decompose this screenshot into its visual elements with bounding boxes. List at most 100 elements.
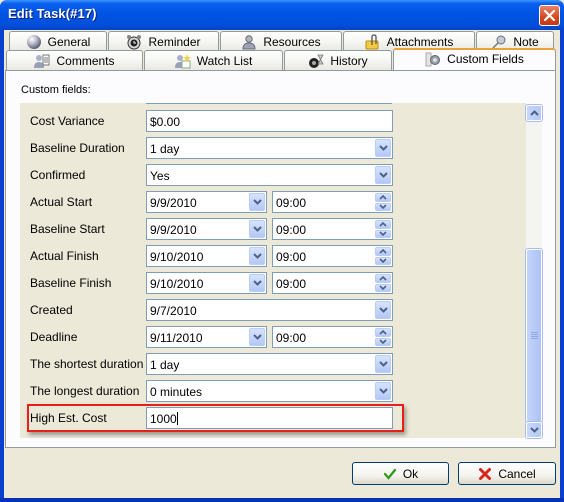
calendar-dropdown-button[interactable]	[375, 301, 391, 319]
user-icon	[241, 34, 257, 50]
sphere-icon	[26, 34, 42, 50]
tab-custom-fields[interactable]: Custom Fields	[393, 48, 556, 70]
dropdown-button[interactable]	[375, 382, 391, 400]
vertical-scrollbar[interactable]	[525, 104, 543, 439]
tab-watch-list[interactable]: Watch List	[144, 50, 283, 70]
field-value: Yes	[150, 169, 170, 183]
date-value: 9/9/2010	[150, 223, 197, 237]
field-row-baseline-duration: Baseline Duration 1 day	[20, 137, 526, 159]
baseline-duration-dropdown[interactable]: 1 day	[146, 137, 393, 159]
baseline-finish-date-picker[interactable]: 9/10/2010	[146, 272, 267, 294]
field-value: $0.00	[150, 115, 181, 129]
created-date-picker[interactable]: 9/7/2010	[146, 299, 393, 321]
chevron-down-icon	[379, 231, 387, 237]
calendar-dropdown-button[interactable]	[249, 220, 265, 238]
chevron-down-icon	[378, 172, 388, 178]
deadline-time-spinner[interactable]: 09:00	[272, 326, 393, 348]
spin-up-button[interactable]	[375, 193, 391, 202]
longest-duration-dropdown[interactable]: 0 minutes	[146, 380, 393, 402]
spin-down-button[interactable]	[375, 256, 391, 265]
scroll-up-button[interactable]	[525, 104, 543, 122]
close-button[interactable]	[539, 5, 560, 26]
confirmed-dropdown[interactable]: Yes	[146, 164, 393, 186]
chevron-down-icon	[379, 339, 387, 345]
spin-down-button[interactable]	[375, 337, 391, 346]
field-value: 0 minutes	[150, 385, 203, 399]
dropdown-button[interactable]	[375, 139, 391, 157]
ok-button[interactable]: Ok	[352, 462, 449, 485]
chevron-down-icon	[378, 307, 388, 313]
chevron-up-icon	[379, 248, 387, 254]
field-label: Baseline Finish	[30, 276, 112, 290]
tab-label: General	[47, 34, 91, 49]
date-value: 9/10/2010	[150, 250, 204, 264]
cost-variance-input[interactable]: $0.00	[146, 110, 393, 132]
tab-resources[interactable]: Resources	[220, 31, 342, 51]
tab-label: History	[330, 53, 368, 68]
custom-fields-heading: Custom fields:	[21, 84, 91, 96]
calendar-dropdown-button[interactable]	[249, 328, 265, 346]
scroll-thumb[interactable]	[525, 248, 543, 423]
baseline-finish-time-spinner[interactable]: 09:00	[272, 272, 393, 294]
cancel-label: Cancel	[498, 466, 536, 481]
spin-up-button[interactable]	[375, 247, 391, 256]
tab-reminder[interactable]: Reminder	[108, 31, 219, 51]
field-label: Baseline Start	[30, 222, 105, 236]
dropdown-button[interactable]	[375, 355, 391, 373]
chevron-down-icon	[379, 258, 387, 264]
history-icon	[308, 53, 325, 69]
spin-up-button[interactable]	[375, 328, 391, 337]
actual-finish-time-spinner[interactable]: 09:00	[272, 245, 393, 267]
high-est-cost-input[interactable]: 1000	[146, 407, 393, 429]
chevron-down-icon	[379, 204, 387, 210]
spin-up-button[interactable]	[375, 274, 391, 283]
field-row-actual-start: Actual Start 9/9/2010 09:00	[20, 191, 526, 213]
scroll-down-button[interactable]	[525, 421, 543, 439]
actual-start-time-spinner[interactable]: 09:00	[272, 191, 393, 213]
tab-label: Watch List	[196, 53, 253, 68]
field-label: Cost Variance	[30, 114, 105, 128]
chevron-down-icon	[378, 361, 388, 367]
ok-label: Ok	[402, 466, 419, 481]
cancel-button[interactable]: Cancel	[458, 462, 556, 485]
field-label: Confirmed	[30, 168, 86, 182]
grip-icon	[530, 331, 538, 340]
date-value: 9/10/2010	[150, 277, 204, 291]
paperclip-folder-icon	[365, 33, 381, 50]
spin-down-button[interactable]	[375, 229, 391, 238]
baseline-start-time-spinner[interactable]: 09:00	[272, 218, 393, 240]
date-value: 9/9/2010	[150, 196, 197, 210]
tab-general[interactable]: General	[9, 31, 107, 51]
alarm-clock-icon	[126, 34, 142, 50]
tab-comments[interactable]: Comments	[6, 50, 143, 70]
chevron-down-icon	[529, 427, 539, 433]
spin-down-button[interactable]	[375, 202, 391, 211]
shortest-duration-dropdown[interactable]: 1 day	[146, 353, 393, 375]
chevron-up-icon	[379, 329, 387, 335]
actual-start-date-picker[interactable]: 9/9/2010	[146, 191, 267, 213]
tab-history[interactable]: History	[284, 50, 392, 70]
close-icon	[543, 9, 556, 22]
tab-label: Reminder	[148, 34, 201, 49]
chevron-down-icon	[252, 226, 262, 232]
field-label: Actual Start	[30, 195, 93, 209]
spin-up-button[interactable]	[375, 220, 391, 229]
calendar-dropdown-button[interactable]	[249, 193, 265, 211]
deadline-date-picker[interactable]: 9/11/2010	[146, 326, 267, 348]
calendar-dropdown-button[interactable]	[249, 274, 265, 292]
calendar-dropdown-button[interactable]	[249, 247, 265, 265]
tab-label: Note	[513, 34, 539, 49]
date-value: 9/7/2010	[150, 304, 197, 318]
title-bar[interactable]: Edit Task(#17)	[0, 0, 564, 30]
field-row-shortest-duration: The shortest duration 1 day	[20, 353, 526, 375]
field-value: 1 day	[150, 142, 180, 156]
baseline-start-date-picker[interactable]: 9/9/2010	[146, 218, 267, 240]
spin-down-button[interactable]	[375, 283, 391, 292]
time-value: 09:00	[276, 250, 307, 264]
custom-fields-icon	[425, 51, 441, 67]
custom-fields-scroll-area[interactable]: Cost Variance $0.00 Baseline Duration 1 …	[20, 103, 526, 438]
dropdown-button[interactable]	[375, 166, 391, 184]
field-row-longest-duration: The longest duration 0 minutes	[20, 380, 526, 402]
actual-finish-date-picker[interactable]: 9/10/2010	[146, 245, 267, 267]
chevron-down-icon	[379, 285, 387, 291]
